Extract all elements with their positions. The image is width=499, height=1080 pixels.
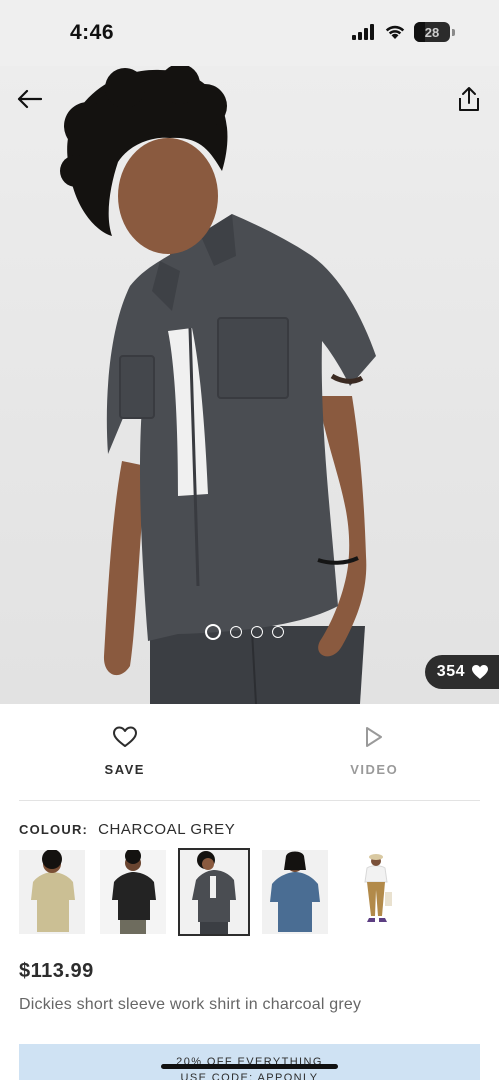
promo-banner[interactable]: 20% OFF EVERYTHING USE CODE: APPONLY	[19, 1044, 480, 1080]
carousel-dots	[205, 624, 284, 640]
carousel-dot[interactable]	[205, 624, 221, 640]
heart-filled-icon	[472, 665, 488, 679]
swatch-image	[100, 850, 166, 934]
battery-level: 28	[424, 24, 440, 40]
back-button[interactable]	[14, 86, 44, 112]
share-icon	[459, 87, 479, 111]
likes-badge: 354	[424, 655, 499, 689]
product-image-carousel[interactable]: 354	[0, 66, 499, 704]
product-photo	[60, 66, 376, 704]
product-title: Dickies short sleeve work shirt in charc…	[19, 996, 362, 1013]
save-button[interactable]: SAVE	[0, 704, 250, 800]
swatch-image	[19, 850, 85, 934]
swatch-charcoal-grey[interactable]	[178, 848, 250, 936]
divider	[19, 800, 480, 801]
swatch-denim[interactable]	[262, 850, 328, 934]
arrow-left-icon	[17, 89, 42, 109]
action-row: SAVE VIDEO	[0, 704, 499, 800]
swatch-black[interactable]	[100, 850, 166, 934]
swatch-image	[262, 850, 328, 934]
battery-nub	[452, 28, 455, 36]
share-button[interactable]	[455, 84, 483, 114]
video-label: VIDEO	[350, 762, 399, 777]
swatch-white[interactable]	[343, 850, 409, 934]
carousel-dot[interactable]	[230, 626, 242, 638]
signal-icon	[352, 24, 374, 40]
status-icons: 28	[352, 22, 455, 42]
status-bar: 4:46 28	[0, 0, 499, 66]
swatch-khaki[interactable]	[19, 850, 85, 934]
promo-code: USE CODE: APPONLY	[180, 1072, 319, 1080]
product-price: $113.99	[19, 960, 94, 982]
likes-count: 354	[436, 663, 465, 680]
carousel-dot[interactable]	[251, 626, 263, 638]
colour-row: COLOUR: CHARCOAL GREY	[19, 821, 235, 838]
battery-icon: 28	[414, 22, 450, 42]
wifi-icon	[385, 25, 405, 39]
video-button[interactable]: VIDEO	[250, 704, 499, 800]
home-indicator	[161, 1064, 338, 1069]
swatch-image	[180, 850, 248, 934]
save-label: SAVE	[104, 762, 145, 777]
status-time: 4:46	[70, 21, 115, 44]
swatch-image	[343, 850, 409, 934]
colour-swatches	[19, 848, 489, 936]
colour-label: COLOUR:	[19, 822, 89, 837]
heart-outline-icon	[112, 726, 137, 747]
colour-value: CHARCOAL GREY	[98, 821, 236, 838]
carousel-dot[interactable]	[272, 626, 284, 638]
play-icon	[366, 727, 383, 747]
